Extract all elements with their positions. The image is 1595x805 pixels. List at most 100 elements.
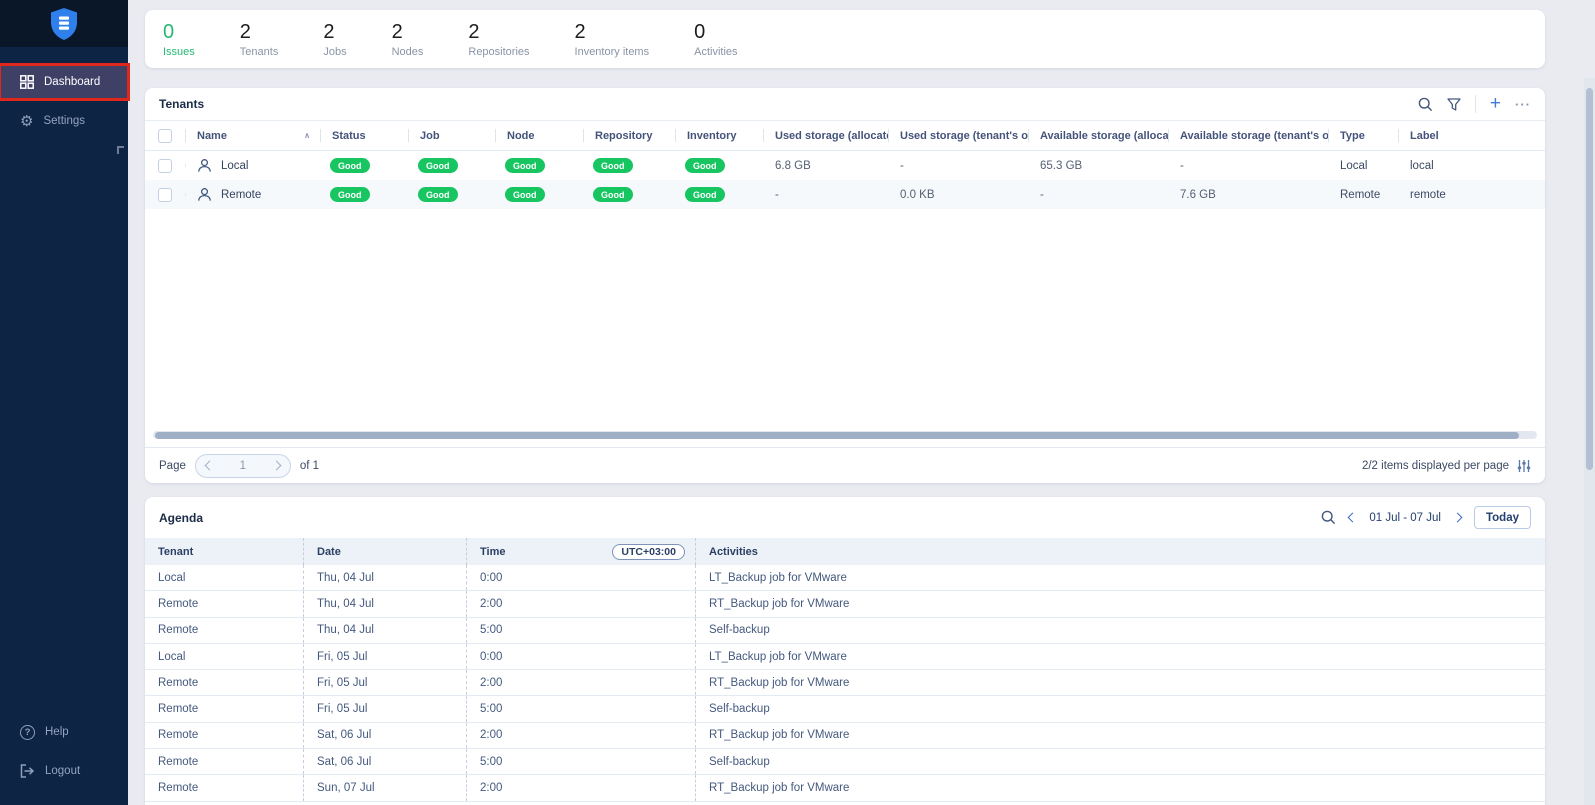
row-checkbox[interactable] xyxy=(158,188,172,202)
tenant-person-icon xyxy=(197,158,212,173)
sidebar: Dashboard ⚙ Settings ? Help Logout xyxy=(0,0,128,805)
column-header-repository[interactable]: Repository xyxy=(583,121,675,150)
vertical-scrollbar-thumb[interactable] xyxy=(1586,88,1593,470)
agenda-row[interactable]: Remote Thu, 04 Jul 5:00 Self-backup xyxy=(145,618,1545,644)
agenda-row[interactable]: Remote Fri, 05 Jul 2:00 RT_Backup job fo… xyxy=(145,670,1545,696)
type-cell: Remote xyxy=(1328,189,1398,201)
page-settings-icon[interactable] xyxy=(1517,459,1531,473)
filter-icon[interactable] xyxy=(1447,98,1461,111)
tenants-toolbar: + ··· xyxy=(1418,95,1531,113)
column-header-type[interactable]: Type xyxy=(1328,121,1398,150)
stat-activities[interactable]: 0 Activities xyxy=(694,21,737,58)
repository-cell: Good xyxy=(583,187,675,202)
column-header-available-allocated[interactable]: Available storage (allocated) xyxy=(1028,121,1168,150)
stat-label: Jobs xyxy=(323,46,346,58)
stat-label: Issues xyxy=(163,46,195,58)
sidebar-item-dashboard[interactable]: Dashboard xyxy=(0,65,128,99)
status-badge: Good xyxy=(330,187,370,202)
status-badge: Good xyxy=(418,187,458,202)
tenant-row-remote[interactable]: Remote Good Good Good Good Good - 0.0 KB… xyxy=(145,180,1545,209)
select-all-checkbox[interactable] xyxy=(158,129,172,143)
search-icon[interactable] xyxy=(1418,97,1433,112)
status-badge: Good xyxy=(685,187,725,202)
stat-issues[interactable]: 0 Issues xyxy=(163,21,195,58)
vertical-scrollbar-track[interactable] xyxy=(1584,78,1595,805)
page-of-label: of 1 xyxy=(300,460,319,472)
horizontal-scrollbar-track[interactable] xyxy=(153,431,1537,439)
select-all-checkbox-cell xyxy=(145,121,185,150)
stat-value: 0 xyxy=(694,21,737,43)
column-label: Status xyxy=(332,130,366,142)
column-header-label[interactable]: Label xyxy=(1398,121,1545,150)
agenda-date-cell: Fri, 05 Jul xyxy=(303,670,466,695)
tenant-row-local[interactable]: Local Good Good Good Good Good 6.8 GB - … xyxy=(145,151,1545,180)
row-checkbox[interactable] xyxy=(158,159,172,173)
timezone-badge: UTC+03:00 xyxy=(612,544,685,560)
job-cell: Good xyxy=(408,158,495,173)
tenants-panel-header: Tenants + ··· xyxy=(145,88,1545,121)
sidebar-item-label: Help xyxy=(45,726,69,738)
node-cell: Good xyxy=(495,187,583,202)
tenant-name: Local xyxy=(221,160,249,172)
agenda-activity-cell: Self-backup xyxy=(695,696,1545,721)
status-badge: Good xyxy=(505,158,545,173)
sidebar-collapse-handle[interactable] xyxy=(117,146,124,154)
column-header-available-own[interactable]: Available storage (tenant's own) xyxy=(1168,121,1328,150)
column-label: Used storage (tenant's own) xyxy=(900,130,1028,142)
stat-value: 2 xyxy=(240,21,279,43)
search-icon[interactable] xyxy=(1321,510,1336,525)
agenda-time-cell: 5:00 xyxy=(466,696,695,721)
column-header-status[interactable]: Status xyxy=(320,121,408,150)
tenant-name-cell: Remote xyxy=(185,187,320,202)
available-allocated-cell: 65.3 GB xyxy=(1028,160,1168,172)
agenda-row[interactable]: Remote Sun, 07 Jul 2:00 RT_Backup job fo… xyxy=(145,775,1545,801)
previous-page-icon[interactable] xyxy=(204,461,214,471)
agenda-row[interactable]: Remote Sat, 06 Jul 5:00 Self-backup xyxy=(145,749,1545,775)
agenda-row[interactable]: Remote Fri, 05 Jul 5:00 Self-backup xyxy=(145,696,1545,722)
logout-icon xyxy=(20,764,35,778)
column-header-inventory[interactable]: Inventory xyxy=(675,121,763,150)
stat-jobs[interactable]: 2 Jobs xyxy=(323,21,346,58)
dashboard-grid-icon xyxy=(20,75,34,89)
stat-repositories[interactable]: 2 Repositories xyxy=(468,21,529,58)
column-header-used-own[interactable]: Used storage (tenant's own) xyxy=(888,121,1028,150)
agenda-tenant-cell: Local xyxy=(145,644,303,669)
stat-tenants[interactable]: 2 Tenants xyxy=(240,21,279,58)
agenda-activity-cell: RT_Backup job for VMware xyxy=(695,723,1545,748)
column-header-time: Time UTC+03:00 xyxy=(466,538,695,565)
agenda-row[interactable]: Local Thu, 04 Jul 0:00 LT_Backup job for… xyxy=(145,565,1545,591)
used-own-cell: 0.0 KB xyxy=(888,189,1028,201)
status-badge: Good xyxy=(593,187,633,202)
stat-inventory-items[interactable]: 2 Inventory items xyxy=(575,21,650,58)
status-badge: Good xyxy=(685,158,725,173)
column-header-name[interactable]: Name ∧ xyxy=(185,121,320,150)
sidebar-item-logout[interactable]: Logout xyxy=(0,754,128,788)
help-icon: ? xyxy=(20,725,35,740)
sidebar-item-help[interactable]: ? Help xyxy=(0,715,128,749)
date-range-label[interactable]: 01 Jul - 07 Jul xyxy=(1369,512,1441,524)
today-button[interactable]: Today xyxy=(1474,506,1531,529)
column-header-job[interactable]: Job xyxy=(408,121,495,150)
add-tenant-icon[interactable]: + xyxy=(1490,96,1501,112)
agenda-row[interactable]: Local Fri, 05 Jul 0:00 LT_Backup job for… xyxy=(145,644,1545,670)
next-page-icon[interactable] xyxy=(271,461,281,471)
horizontal-scrollbar-thumb[interactable] xyxy=(155,432,1519,439)
column-label: Type xyxy=(1340,130,1365,142)
stat-nodes[interactable]: 2 Nodes xyxy=(392,21,424,58)
tenant-name: Remote xyxy=(221,189,261,201)
agenda-row[interactable]: Remote Sat, 06 Jul 2:00 RT_Backup job fo… xyxy=(145,723,1545,749)
previous-week-icon[interactable] xyxy=(1348,513,1358,523)
sidebar-item-settings[interactable]: ⚙ Settings xyxy=(0,104,128,138)
more-options-icon[interactable]: ··· xyxy=(1515,97,1531,112)
available-own-cell: - xyxy=(1168,160,1328,172)
agenda-tenant-cell: Local xyxy=(145,565,303,590)
column-header-node[interactable]: Node xyxy=(495,121,583,150)
next-week-icon[interactable] xyxy=(1453,513,1463,523)
agenda-time-cell: 0:00 xyxy=(466,565,695,590)
agenda-tenant-cell: Remote xyxy=(145,618,303,643)
column-header-used-allocated[interactable]: Used storage (allocated) xyxy=(763,121,888,150)
node-cell: Good xyxy=(495,158,583,173)
used-own-cell: - xyxy=(888,160,1028,172)
agenda-row[interactable]: Remote Thu, 04 Jul 2:00 RT_Backup job fo… xyxy=(145,591,1545,617)
status-badge: Good xyxy=(505,187,545,202)
